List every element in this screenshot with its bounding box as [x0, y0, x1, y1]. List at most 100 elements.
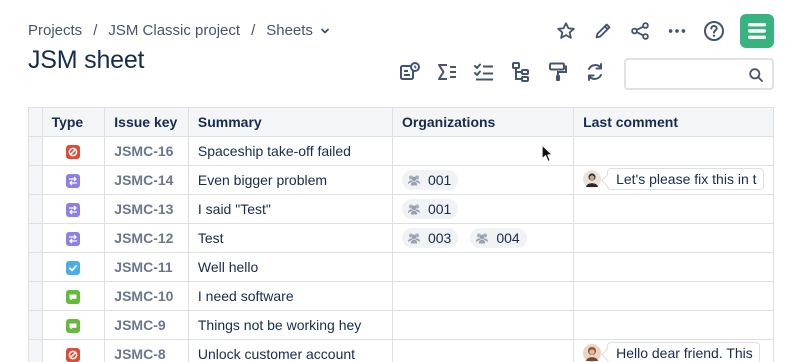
organizations-cell[interactable]: 001 [392, 165, 575, 195]
column-header-issue-key[interactable]: Issue key [104, 108, 189, 137]
row-gutter[interactable] [28, 165, 43, 195]
organizations-cell[interactable]: 003 004 [392, 223, 575, 253]
organization-chip[interactable]: 003 [401, 227, 459, 248]
organizations-cell[interactable] [392, 310, 575, 340]
issue-key-link[interactable]: JSMC-13 [114, 201, 173, 217]
breadcrumb-sheets[interactable]: Sheets [266, 22, 313, 39]
summary-cell[interactable]: Even bigger problem [188, 165, 393, 195]
last-comment-cell[interactable]: Hello dear friend. This [573, 339, 774, 362]
issue-key-link[interactable]: JSMC-8 [114, 346, 165, 362]
row-gutter[interactable] [28, 339, 43, 362]
row-gutter[interactable] [28, 136, 43, 166]
table-row[interactable]: JSMC-13 I said "Test" 001 [28, 194, 774, 224]
issue-key-link[interactable]: JSMC-14 [114, 172, 173, 188]
comment-text: Hello dear friend. This [607, 342, 760, 362]
format-painter-icon[interactable] [546, 60, 570, 84]
view-settings-icon[interactable] [398, 60, 422, 84]
share-icon[interactable] [628, 19, 652, 43]
column-header-organizations[interactable]: Organizations [392, 108, 575, 137]
type-cell[interactable] [42, 310, 106, 340]
search-input[interactable] [626, 60, 746, 88]
column-header-last-comment[interactable]: Last comment [573, 108, 774, 137]
app-logo-icon[interactable] [740, 14, 774, 48]
type-cell[interactable] [42, 339, 106, 362]
summary-cell[interactable]: Test [188, 223, 393, 253]
breadcrumb-projects[interactable]: Projects [28, 22, 82, 39]
comment-preview: Let's please fix this in t [583, 168, 764, 190]
column-header-type[interactable]: Type [42, 108, 106, 137]
summary-cell[interactable]: Things not be working hey [188, 310, 393, 340]
table-row[interactable]: JSMC-11 Well hello [28, 252, 774, 282]
column-header-summary[interactable]: Summary [188, 108, 393, 137]
request-type-icon [66, 318, 81, 333]
issue-key-cell[interactable]: JSMC-16 [104, 136, 189, 166]
table-row[interactable]: JSMC-8 Unlock customer account Hello dear … [28, 339, 774, 362]
last-comment-cell[interactable] [573, 252, 774, 282]
issue-key-cell[interactable]: JSMC-13 [104, 194, 189, 224]
last-comment-cell[interactable] [573, 194, 774, 224]
organizations-cell[interactable]: 001 [392, 194, 575, 224]
issue-key-link[interactable]: JSMC-11 [114, 259, 172, 275]
row-gutter[interactable] [28, 252, 43, 282]
organization-label: 001 [427, 171, 452, 188]
mouse-cursor-icon [541, 144, 554, 163]
help-icon[interactable] [702, 19, 726, 43]
summary-cell[interactable]: I need software [188, 281, 393, 311]
pencil-icon[interactable] [591, 19, 615, 43]
issue-key-cell[interactable]: JSMC-8 [104, 339, 189, 362]
issue-key-link[interactable]: JSMC-9 [114, 317, 165, 333]
last-comment-cell[interactable] [573, 223, 774, 253]
checklist-icon[interactable] [472, 60, 496, 84]
table-row[interactable]: JSMC-12 Test 003 004 [28, 223, 774, 253]
issue-key-cell[interactable]: JSMC-14 [104, 165, 189, 195]
summary-cell[interactable]: Unlock customer account [188, 339, 393, 362]
summary-cell[interactable]: I said "Test" [188, 194, 393, 224]
last-comment-cell[interactable]: Let's please fix this in t [573, 165, 774, 195]
issue-key-link[interactable]: JSMC-16 [114, 143, 173, 159]
issue-key-cell[interactable]: JSMC-9 [104, 310, 189, 340]
organizations-cell[interactable] [392, 252, 575, 282]
breadcrumb: Projects / JSM Classic project / Sheets [28, 22, 331, 39]
organization-chip[interactable]: 001 [401, 198, 459, 219]
organization-chip[interactable]: 001 [401, 169, 459, 190]
last-comment-cell[interactable] [573, 136, 774, 166]
table-row[interactable]: JSMC-9 Things not be working hey [28, 310, 774, 340]
table-row[interactable]: JSMC-10 I need software [28, 281, 774, 311]
issue-key-cell[interactable]: JSMC-12 [104, 223, 189, 253]
issue-key-cell[interactable]: JSMC-10 [104, 281, 189, 311]
row-gutter[interactable] [28, 281, 43, 311]
row-gutter[interactable] [28, 310, 43, 340]
change-type-icon [66, 173, 81, 188]
table-row[interactable]: JSMC-16 Spaceship take-off failed [28, 136, 774, 166]
summary-cell[interactable]: Spaceship take-off failed [188, 136, 393, 166]
type-cell[interactable] [42, 223, 106, 253]
more-icon[interactable] [665, 19, 689, 43]
type-cell[interactable] [42, 136, 106, 166]
type-cell[interactable] [42, 165, 106, 195]
organizations-cell[interactable] [392, 339, 575, 362]
table-row[interactable]: JSMC-14 Even bigger problem 001 Let's pleas… [28, 165, 774, 195]
type-cell[interactable] [42, 194, 106, 224]
summary-cell[interactable]: Well hello [188, 252, 393, 282]
sum-icon[interactable] [435, 60, 459, 84]
hierarchy-icon[interactable] [509, 60, 533, 84]
breadcrumb-separator: / [251, 22, 256, 39]
issue-key-link[interactable]: JSMC-12 [114, 230, 173, 246]
issue-key-cell[interactable]: JSMC-11 [104, 252, 189, 282]
type-cell[interactable] [42, 252, 106, 282]
avatar [583, 170, 602, 188]
star-icon[interactable] [554, 19, 578, 43]
top-actions [541, 14, 774, 48]
organizations-cell[interactable] [392, 281, 575, 311]
row-gutter[interactable] [28, 194, 43, 224]
organization-chip[interactable]: 004 [470, 227, 527, 248]
breadcrumb-project[interactable]: JSM Classic project [108, 22, 240, 39]
type-cell[interactable] [42, 281, 106, 311]
last-comment-cell[interactable] [573, 310, 774, 340]
chevron-down-icon[interactable] [319, 25, 331, 37]
last-comment-cell[interactable] [573, 281, 774, 311]
refresh-icon[interactable] [583, 60, 607, 84]
issue-key-link[interactable]: JSMC-10 [114, 288, 173, 304]
row-gutter[interactable] [28, 223, 43, 253]
search-icon[interactable] [748, 67, 764, 88]
